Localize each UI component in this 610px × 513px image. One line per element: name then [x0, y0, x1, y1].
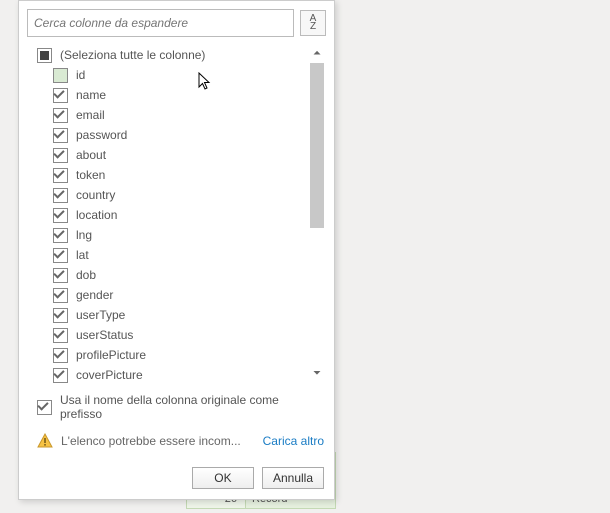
search-input[interactable] — [27, 9, 294, 37]
column-list: (Seleziona tutte le colonne) id name email… — [27, 43, 304, 383]
column-item[interactable]: coverPicture — [27, 365, 304, 383]
column-label: lng — [76, 228, 92, 242]
checkbox-icon[interactable] — [53, 308, 68, 323]
checkbox-icon[interactable] — [53, 248, 68, 263]
column-label: country — [76, 188, 115, 202]
sort-button[interactable]: AZ — [300, 10, 326, 36]
column-label: lat — [76, 248, 89, 262]
checkbox-icon[interactable] — [53, 288, 68, 303]
checkbox-icon[interactable] — [53, 148, 68, 163]
column-label: password — [76, 128, 127, 142]
column-item[interactable]: email — [27, 105, 304, 125]
column-item[interactable]: gender — [27, 285, 304, 305]
expand-columns-popup: AZ (Seleziona tutte le colonne) id name em… — [18, 0, 335, 500]
column-item[interactable]: password — [27, 125, 304, 145]
checkbox-icon[interactable] — [53, 228, 68, 243]
checkbox-icon[interactable] — [53, 268, 68, 283]
column-item[interactable]: token — [27, 165, 304, 185]
ok-button[interactable]: OK — [192, 467, 254, 489]
cancel-button[interactable]: Annulla — [262, 467, 324, 489]
scrollbar[interactable]: ⏶ ⏷ — [308, 43, 326, 383]
checkbox-icon[interactable] — [53, 348, 68, 363]
select-all-item[interactable]: (Seleziona tutte le colonne) — [27, 45, 304, 65]
prefix-checkbox[interactable] — [37, 400, 52, 415]
column-label: coverPicture — [76, 368, 143, 382]
column-item[interactable]: lng — [27, 225, 304, 245]
checkbox-icon[interactable] — [53, 168, 68, 183]
column-label: profilePicture — [76, 348, 146, 362]
column-item[interactable]: id — [27, 65, 304, 85]
column-label: dob — [76, 268, 96, 282]
column-item[interactable]: name — [27, 85, 304, 105]
column-item[interactable]: userType — [27, 305, 304, 325]
checkbox-mixed-icon[interactable] — [37, 48, 52, 63]
column-label: token — [76, 168, 105, 182]
warning-icon — [37, 433, 53, 449]
load-more-link[interactable]: Carica altro — [263, 434, 324, 448]
column-item[interactable]: dob — [27, 265, 304, 285]
column-label: location — [76, 208, 117, 222]
checkbox-icon[interactable] — [53, 188, 68, 203]
column-label: about — [76, 148, 106, 162]
column-item[interactable]: country — [27, 185, 304, 205]
warning-text: L'elenco potrebbe essere incom... — [61, 434, 255, 448]
column-label: email — [76, 108, 105, 122]
scroll-up-icon[interactable]: ⏶ — [308, 43, 326, 63]
select-all-label: (Seleziona tutte le colonne) — [60, 48, 205, 62]
column-item[interactable]: location — [27, 205, 304, 225]
checkbox-icon[interactable] — [53, 88, 68, 103]
column-item[interactable]: userStatus — [27, 325, 304, 345]
column-item[interactable]: profilePicture — [27, 345, 304, 365]
checkbox-icon[interactable] — [53, 68, 68, 83]
column-item[interactable]: about — [27, 145, 304, 165]
column-label: userStatus — [76, 328, 133, 342]
checkbox-icon[interactable] — [53, 208, 68, 223]
checkbox-icon[interactable] — [53, 368, 68, 383]
checkbox-icon[interactable] — [53, 128, 68, 143]
column-item[interactable]: lat — [27, 245, 304, 265]
column-label: id — [76, 68, 85, 82]
prefix-label: Usa il nome della colonna originale come… — [60, 393, 324, 421]
column-label: userType — [76, 308, 125, 322]
scroll-down-icon[interactable]: ⏷ — [308, 363, 326, 383]
column-label: name — [76, 88, 106, 102]
scroll-thumb[interactable] — [310, 63, 324, 228]
checkbox-icon[interactable] — [53, 328, 68, 343]
column-label: gender — [76, 288, 113, 302]
checkbox-icon[interactable] — [53, 108, 68, 123]
